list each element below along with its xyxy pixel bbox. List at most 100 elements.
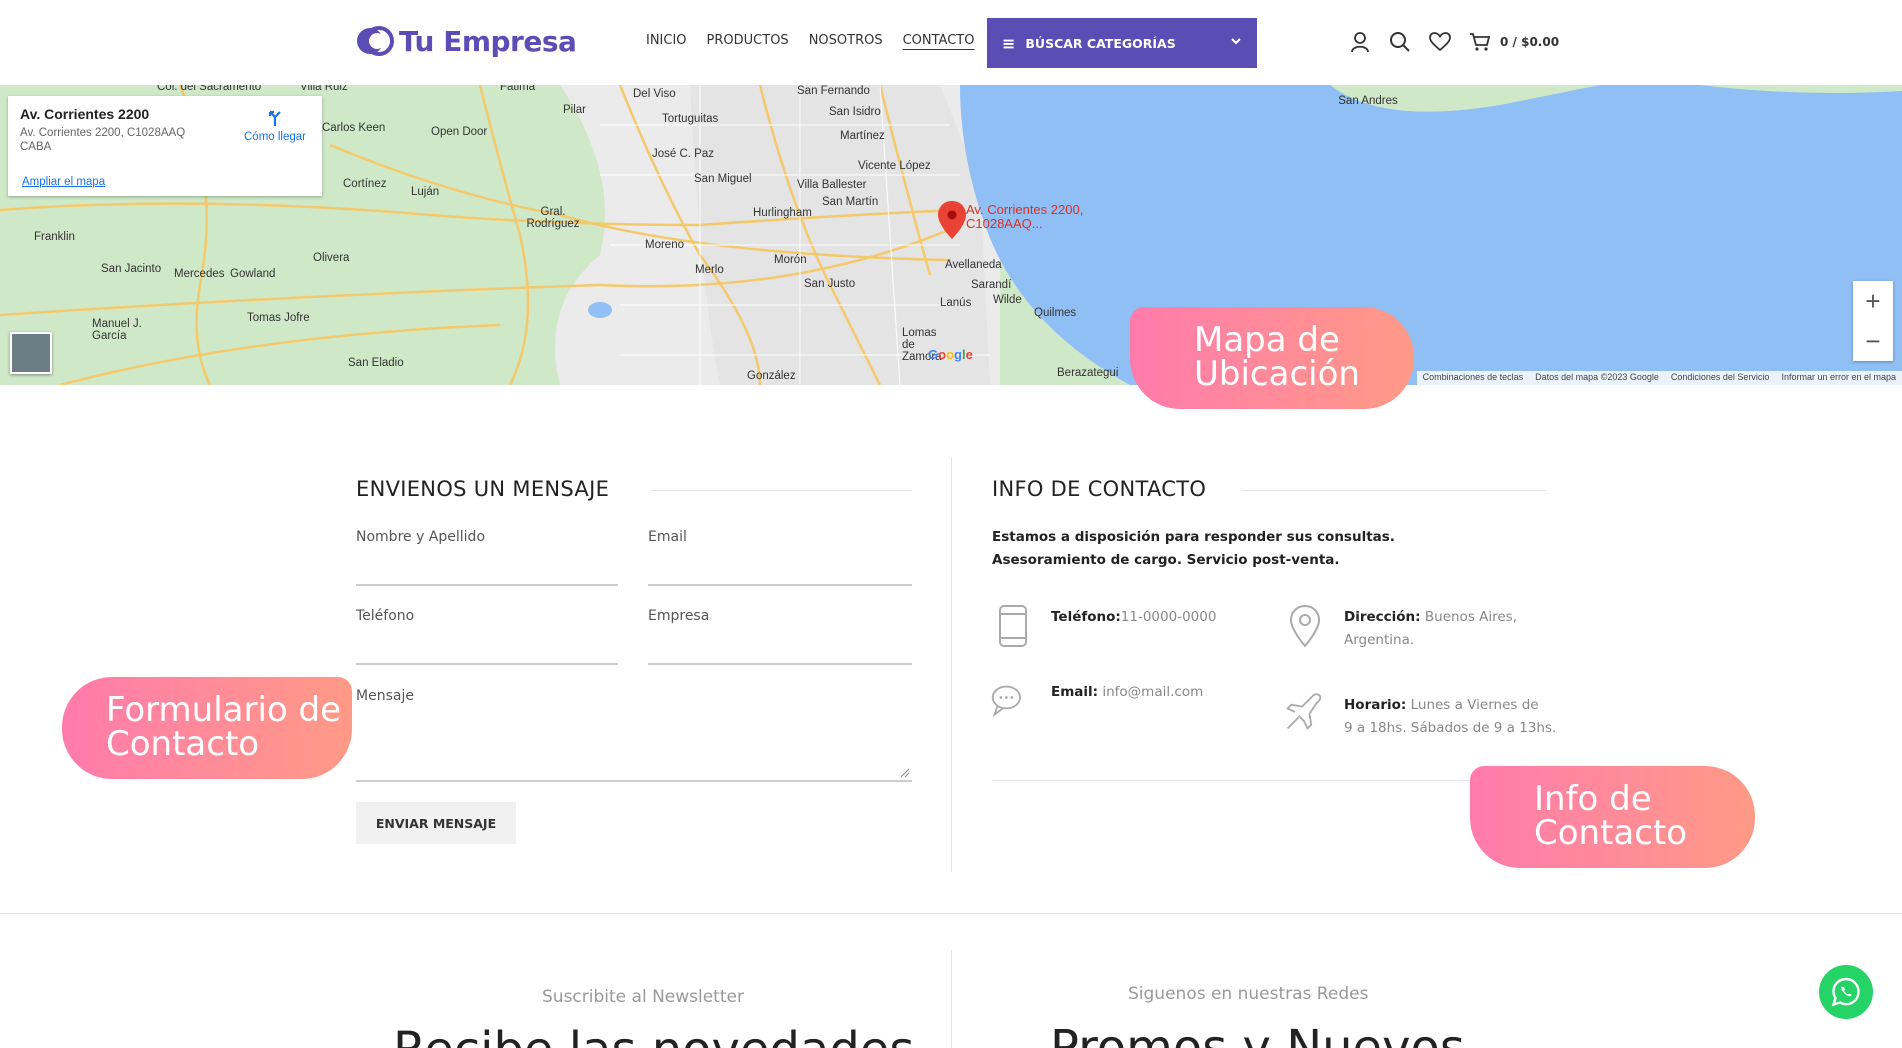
place-label: Wilde bbox=[993, 294, 1022, 306]
map-pin-label: Av. Corrientes 2200, C1028AAQ... bbox=[966, 202, 1084, 231]
place-label: Gral. Rodríguez bbox=[526, 206, 580, 230]
info-intro-line: Estamos a disposición para responder sus… bbox=[992, 529, 1395, 545]
place-label: Berazategui bbox=[1057, 367, 1119, 379]
company-label: Empresa bbox=[648, 608, 710, 624]
place-label: Martínez bbox=[840, 130, 885, 142]
place-label: Morón bbox=[774, 254, 807, 266]
cart-total[interactable]: 0 / $0.00 bbox=[1500, 35, 1559, 49]
logo-text: Tu Empresa bbox=[399, 24, 577, 58]
site-header: Tu Empresa INICIO PRODUCTOS NOSOTROS CON… bbox=[0, 0, 1902, 85]
send-message-button[interactable]: ENVIAR MENSAJE bbox=[356, 802, 516, 844]
enlarge-map-link[interactable]: Ampliar el mapa bbox=[22, 176, 105, 188]
map-info-card: Av. Corrientes 2200 Av. Corrientes 2200,… bbox=[8, 96, 322, 196]
map-card-title: Av. Corrientes 2200 bbox=[20, 106, 150, 122]
categories-label: BÚSCAR CATEGORÍAS bbox=[1025, 35, 1176, 51]
categories-dropdown[interactable]: ≡ BÚSCAR CATEGORÍAS bbox=[987, 18, 1257, 68]
form-title: ENVIENOS UN MENSAJE bbox=[356, 477, 610, 501]
place-label: Villa Ballester bbox=[797, 179, 867, 191]
logo[interactable]: Tu Empresa bbox=[355, 24, 577, 58]
hours-info: Horario: Lunes a Viernes de 9 a 18hs. Sá… bbox=[1344, 694, 1564, 740]
map-zoom-controls: + − bbox=[1853, 281, 1893, 361]
place-label: Vicente López bbox=[858, 160, 931, 172]
message-label: Mensaje bbox=[356, 688, 414, 704]
main-nav: INICIO PRODUCTOS NOSOTROS CONTACTO bbox=[646, 33, 974, 48]
social-heading: Promos y Nuevos bbox=[1050, 1020, 1465, 1048]
location-pin-icon bbox=[1289, 604, 1321, 648]
address-info-label: Dirección: bbox=[1344, 609, 1421, 625]
nav-inicio[interactable]: INICIO bbox=[646, 33, 687, 48]
email-info: Email: info@mail.com bbox=[1051, 681, 1203, 704]
email-input[interactable] bbox=[648, 584, 912, 586]
email-label: Email bbox=[648, 529, 687, 545]
place-label: Open Door bbox=[431, 126, 488, 138]
whatsapp-button[interactable] bbox=[1819, 965, 1873, 1019]
divider bbox=[652, 490, 912, 491]
place-label: San Eladio bbox=[348, 357, 404, 369]
info-title: INFO DE CONTACTO bbox=[992, 477, 1207, 501]
page: Tu Empresa INICIO PRODUCTOS NOSOTROS CON… bbox=[0, 0, 1902, 1048]
account-icon[interactable] bbox=[1348, 30, 1372, 54]
social-subtitle: Siguenos en nuestras Redes bbox=[1128, 984, 1369, 1004]
zoom-out-button[interactable]: − bbox=[1865, 326, 1880, 357]
directions-icon bbox=[268, 110, 281, 126]
nav-productos[interactable]: PRODUCTOS bbox=[707, 33, 789, 48]
hours-info-label: Horario: bbox=[1344, 697, 1407, 713]
email-info-label: Email: bbox=[1051, 684, 1099, 700]
directions-button[interactable]: Cómo llegar bbox=[236, 108, 314, 143]
phone-input[interactable] bbox=[356, 663, 618, 665]
place-label: Merlo bbox=[695, 264, 724, 276]
map-card-address: Av. Corrientes 2200, C1028AAQ CABA bbox=[20, 127, 186, 153]
place-label: González bbox=[747, 370, 796, 382]
divider bbox=[992, 780, 1547, 781]
resize-handle-icon[interactable] bbox=[900, 768, 910, 778]
place-label: Del Viso bbox=[633, 88, 676, 100]
hours-value: Lunes a Viernes de bbox=[1410, 697, 1539, 713]
place-label: Avellaneda bbox=[945, 259, 1002, 271]
email-value[interactable]: info@mail.com bbox=[1102, 684, 1203, 700]
name-input[interactable] bbox=[356, 584, 618, 586]
place-label: Quilmes bbox=[1034, 307, 1077, 319]
map-keyboard-shortcuts[interactable]: Combinaciones de teclas bbox=[1423, 372, 1524, 384]
phone-value[interactable]: 11-0000-0000 bbox=[1121, 609, 1217, 625]
map-terms[interactable]: Condiciones del Servicio bbox=[1671, 372, 1770, 384]
place-label: Pilar bbox=[563, 104, 587, 116]
place-label: Lanús bbox=[940, 297, 972, 309]
directions-label: Cómo llegar bbox=[244, 131, 306, 143]
map-report-error[interactable]: Informar un error en el mapa bbox=[1781, 372, 1896, 384]
place-label: Tortuguitas bbox=[662, 113, 719, 125]
column-divider bbox=[951, 457, 952, 872]
column-divider bbox=[951, 950, 952, 1048]
place-label: Mercedes bbox=[174, 268, 225, 280]
place-label: San Fernando bbox=[797, 85, 870, 97]
newsletter-subtitle: Suscribite al Newsletter bbox=[542, 987, 744, 1007]
google-logo: Google bbox=[928, 347, 973, 362]
place-label: Col. del Sacramento bbox=[157, 85, 262, 93]
message-textarea[interactable] bbox=[356, 780, 912, 782]
info-intro: Estamos a disposición para responder sus… bbox=[992, 526, 1395, 572]
location-map[interactable]: Col. del Sacramento Villa Ruiz Fátima Sa… bbox=[0, 85, 1902, 385]
zoom-in-button[interactable]: + bbox=[1865, 286, 1880, 317]
divider bbox=[1242, 490, 1547, 491]
section-divider bbox=[0, 913, 1902, 914]
company-input[interactable] bbox=[648, 663, 912, 665]
phone-label: Teléfono bbox=[356, 608, 415, 624]
cart-icon[interactable] bbox=[1468, 30, 1492, 54]
place-label: Cortínez bbox=[343, 178, 387, 190]
airplane-icon bbox=[1286, 693, 1322, 730]
search-icon[interactable] bbox=[1388, 30, 1412, 54]
place-label: Franklin bbox=[34, 231, 75, 243]
place-label: Gowland bbox=[230, 268, 276, 280]
phone-info: Teléfono:11-0000-0000 bbox=[1051, 606, 1216, 629]
nav-nosotros[interactable]: NOSOTROS bbox=[809, 33, 883, 48]
header-actions: 0 / $0.00 bbox=[1348, 30, 1559, 54]
place-label: San Andres bbox=[1338, 95, 1398, 107]
map-footer: Combinaciones de teclas Datos del mapa ©… bbox=[1416, 371, 1902, 385]
wishlist-heart-icon[interactable] bbox=[1428, 30, 1452, 54]
place-label: San Isidro bbox=[829, 106, 881, 118]
place-label: Hurlingham bbox=[753, 207, 812, 219]
nav-contacto[interactable]: CONTACTO bbox=[903, 33, 975, 48]
newsletter-heading: Recibe las novedades bbox=[393, 1022, 914, 1048]
satellite-toggle[interactable] bbox=[10, 332, 52, 374]
mobile-phone-icon bbox=[999, 605, 1027, 647]
place-label: Olivera bbox=[313, 252, 350, 264]
